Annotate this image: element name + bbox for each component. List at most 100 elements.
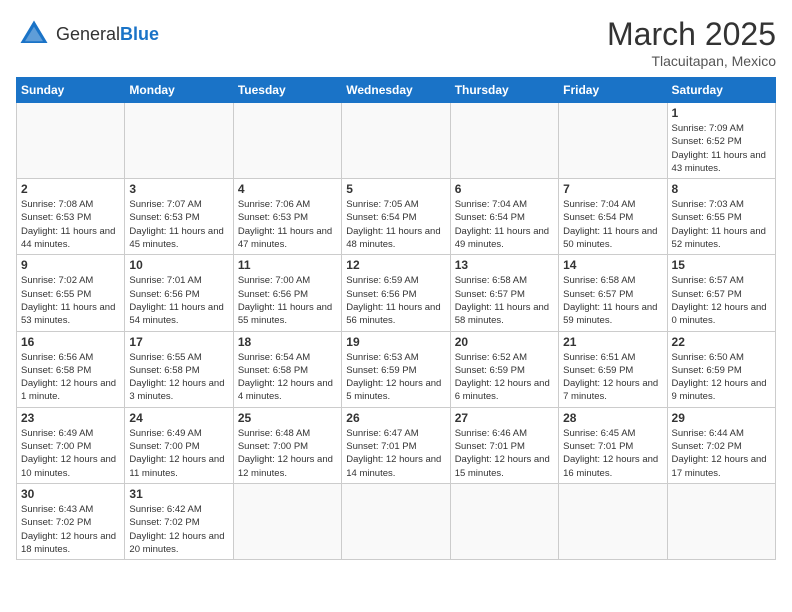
calendar-cell — [233, 483, 341, 559]
day-info: Sunrise: 7:00 AM Sunset: 6:56 PM Dayligh… — [238, 274, 337, 327]
calendar-cell: 8 Sunrise: 7:03 AM Sunset: 6:55 PM Daylig… — [667, 179, 775, 255]
calendar-cell: 15Sunrise: 6:57 AM Sunset: 6:57 PM Dayli… — [667, 255, 775, 331]
day-info: Sunrise: 6:57 AM Sunset: 6:57 PM Dayligh… — [672, 274, 771, 327]
calendar-cell: 7 Sunrise: 7:04 AM Sunset: 6:54 PM Daylig… — [559, 179, 667, 255]
day-info: Sunrise: 6:46 AM Sunset: 7:01 PM Dayligh… — [455, 427, 554, 480]
calendar-cell: 28Sunrise: 6:45 AM Sunset: 7:01 PM Dayli… — [559, 407, 667, 483]
day-info: Sunrise: 6:42 AM Sunset: 7:02 PM Dayligh… — [129, 503, 228, 556]
calendar-cell — [559, 483, 667, 559]
day-number: 7 — [563, 182, 662, 196]
calendar-cell: 18 Sunrise: 6:54 AM Sunset: 6:58 PM Dayli… — [233, 331, 341, 407]
day-number: 6 — [455, 182, 554, 196]
day-of-week-header: Friday — [559, 78, 667, 103]
day-number: 27 — [455, 411, 554, 425]
day-info: Sunrise: 7:01 AM Sunset: 6:56 PM Dayligh… — [129, 274, 228, 327]
title-block: March 2025 Tlacuitapan, Mexico — [607, 16, 776, 69]
calendar-cell: 10 Sunrise: 7:01 AM Sunset: 6:56 PM Dayli… — [125, 255, 233, 331]
day-number: 9 — [21, 258, 120, 272]
calendar-cell: 3Sunrise: 7:07 AM Sunset: 6:53 PM Daylig… — [125, 179, 233, 255]
day-number: 5 — [346, 182, 445, 196]
calendar-cell — [342, 103, 450, 179]
calendar-cell — [667, 483, 775, 559]
day-number: 22 — [672, 335, 771, 349]
day-info: Sunrise: 7:05 AM Sunset: 6:54 PM Dayligh… — [346, 198, 445, 251]
day-of-week-header: Monday — [125, 78, 233, 103]
calendar-cell: 1Sunrise: 7:09 AM Sunset: 6:52 PM Daylig… — [667, 103, 775, 179]
day-info: Sunrise: 7:06 AM Sunset: 6:53 PM Dayligh… — [238, 198, 337, 251]
calendar-cell: 12Sunrise: 6:59 AM Sunset: 6:56 PM Dayli… — [342, 255, 450, 331]
day-info: Sunrise: 6:58 AM Sunset: 6:57 PM Dayligh… — [563, 274, 662, 327]
day-number: 11 — [238, 258, 337, 272]
day-info: Sunrise: 7:04 AM Sunset: 6:54 PM Dayligh… — [455, 198, 554, 251]
day-info: Sunrise: 7:08 AM Sunset: 6:53 PM Dayligh… — [21, 198, 120, 251]
calendar-cell — [233, 103, 341, 179]
day-of-week-header: Thursday — [450, 78, 558, 103]
calendar-cell: 9 Sunrise: 7:02 AM Sunset: 6:55 PM Daylig… — [17, 255, 125, 331]
day-info: Sunrise: 7:02 AM Sunset: 6:55 PM Dayligh… — [21, 274, 120, 327]
calendar-cell — [342, 483, 450, 559]
day-info: Sunrise: 7:03 AM Sunset: 6:55 PM Dayligh… — [672, 198, 771, 251]
calendar-header-row: SundayMondayTuesdayWednesdayThursdayFrid… — [17, 78, 776, 103]
day-info: Sunrise: 6:55 AM Sunset: 6:58 PM Dayligh… — [129, 351, 228, 404]
calendar-week-row: 2Sunrise: 7:08 AM Sunset: 6:53 PM Daylig… — [17, 179, 776, 255]
day-info: Sunrise: 6:47 AM Sunset: 7:01 PM Dayligh… — [346, 427, 445, 480]
day-number: 1 — [672, 106, 771, 120]
day-number: 24 — [129, 411, 228, 425]
calendar-cell: 16Sunrise: 6:56 AM Sunset: 6:58 PM Dayli… — [17, 331, 125, 407]
calendar-week-row: 16Sunrise: 6:56 AM Sunset: 6:58 PM Dayli… — [17, 331, 776, 407]
day-of-week-header: Sunday — [17, 78, 125, 103]
day-number: 10 — [129, 258, 228, 272]
calendar-cell: 2Sunrise: 7:08 AM Sunset: 6:53 PM Daylig… — [17, 179, 125, 255]
calendar-cell: 21Sunrise: 6:51 AM Sunset: 6:59 PM Dayli… — [559, 331, 667, 407]
calendar-week-row: 9 Sunrise: 7:02 AM Sunset: 6:55 PM Daylig… — [17, 255, 776, 331]
day-number: 25 — [238, 411, 337, 425]
day-number: 13 — [455, 258, 554, 272]
logo: GeneralBlue — [16, 16, 159, 52]
day-info: Sunrise: 6:52 AM Sunset: 6:59 PM Dayligh… — [455, 351, 554, 404]
day-info: Sunrise: 6:51 AM Sunset: 6:59 PM Dayligh… — [563, 351, 662, 404]
day-number: 18 — [238, 335, 337, 349]
day-info: Sunrise: 7:04 AM Sunset: 6:54 PM Dayligh… — [563, 198, 662, 251]
day-info: Sunrise: 6:45 AM Sunset: 7:01 PM Dayligh… — [563, 427, 662, 480]
day-of-week-header: Wednesday — [342, 78, 450, 103]
day-of-week-header: Tuesday — [233, 78, 341, 103]
location-subtitle: Tlacuitapan, Mexico — [607, 53, 776, 69]
day-number: 30 — [21, 487, 120, 501]
day-of-week-header: Saturday — [667, 78, 775, 103]
day-info: Sunrise: 6:59 AM Sunset: 6:56 PM Dayligh… — [346, 274, 445, 327]
calendar-cell: 11 Sunrise: 7:00 AM Sunset: 6:56 PM Dayli… — [233, 255, 341, 331]
calendar-cell — [125, 103, 233, 179]
calendar-week-row: 23Sunrise: 6:49 AM Sunset: 7:00 PM Dayli… — [17, 407, 776, 483]
day-number: 16 — [21, 335, 120, 349]
day-number: 4 — [238, 182, 337, 196]
calendar-cell: 30 Sunrise: 6:43 AM Sunset: 7:02 PM Dayli… — [17, 483, 125, 559]
day-info: Sunrise: 6:43 AM Sunset: 7:02 PM Dayligh… — [21, 503, 120, 556]
calendar-cell: 17 Sunrise: 6:55 AM Sunset: 6:58 PM Dayli… — [125, 331, 233, 407]
day-number: 8 — [672, 182, 771, 196]
logo-icon — [16, 16, 52, 52]
day-number: 23 — [21, 411, 120, 425]
calendar-week-row: 30 Sunrise: 6:43 AM Sunset: 7:02 PM Dayli… — [17, 483, 776, 559]
calendar-cell: 5 Sunrise: 7:05 AM Sunset: 6:54 PM Daylig… — [342, 179, 450, 255]
day-number: 3 — [129, 182, 228, 196]
calendar-cell: 13Sunrise: 6:58 AM Sunset: 6:57 PM Dayli… — [450, 255, 558, 331]
calendar-week-row: 1Sunrise: 7:09 AM Sunset: 6:52 PM Daylig… — [17, 103, 776, 179]
calendar-cell: 4 Sunrise: 7:06 AM Sunset: 6:53 PM Daylig… — [233, 179, 341, 255]
logo-text: GeneralBlue — [56, 24, 159, 45]
calendar-cell: 19 Sunrise: 6:53 AM Sunset: 6:59 PM Dayli… — [342, 331, 450, 407]
calendar-cell — [559, 103, 667, 179]
day-number: 17 — [129, 335, 228, 349]
calendar-cell: 14Sunrise: 6:58 AM Sunset: 6:57 PM Dayli… — [559, 255, 667, 331]
day-number: 20 — [455, 335, 554, 349]
calendar-cell: 24Sunrise: 6:49 AM Sunset: 7:00 PM Dayli… — [125, 407, 233, 483]
day-info: Sunrise: 6:53 AM Sunset: 6:59 PM Dayligh… — [346, 351, 445, 404]
calendar-cell: 23Sunrise: 6:49 AM Sunset: 7:00 PM Dayli… — [17, 407, 125, 483]
day-info: Sunrise: 6:44 AM Sunset: 7:02 PM Dayligh… — [672, 427, 771, 480]
calendar-cell: 27 Sunrise: 6:46 AM Sunset: 7:01 PM Dayli… — [450, 407, 558, 483]
calendar-cell: 20 Sunrise: 6:52 AM Sunset: 6:59 PM Dayli… — [450, 331, 558, 407]
calendar-cell: 26Sunrise: 6:47 AM Sunset: 7:01 PM Dayli… — [342, 407, 450, 483]
day-number: 29 — [672, 411, 771, 425]
day-info: Sunrise: 6:54 AM Sunset: 6:58 PM Dayligh… — [238, 351, 337, 404]
calendar-cell: 22Sunrise: 6:50 AM Sunset: 6:59 PM Dayli… — [667, 331, 775, 407]
day-number: 19 — [346, 335, 445, 349]
